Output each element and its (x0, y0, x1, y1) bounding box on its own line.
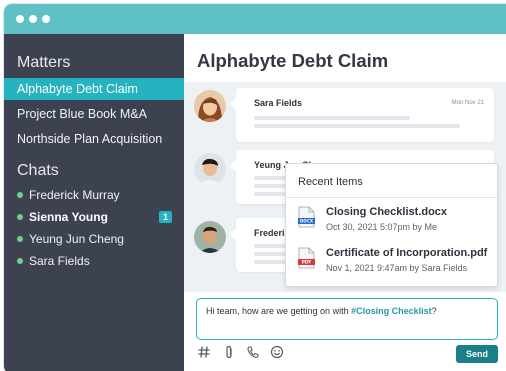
composer-text-prefix: Hi team, how are we getting on with (206, 306, 352, 316)
page-title: Alphabyte Debt Claim (197, 50, 389, 71)
recent-items-title: Recent Items (298, 176, 363, 188)
window-minimize-dot[interactable] (29, 15, 37, 23)
online-status-icon (17, 258, 23, 264)
file-meta: Nov 1, 2021 9:47am by Sara Fields (326, 263, 468, 273)
message-card[interactable]: Sara Fields Mon Nov 21 (230, 88, 494, 142)
matter-item-blue-book[interactable]: Project Blue Book M&A (4, 103, 184, 125)
file-type-label: PDF (302, 260, 312, 266)
unread-badge: 1 (159, 211, 172, 223)
app-window: Matters Alphabyte Debt Claim Project Blu… (4, 4, 506, 371)
message-composer[interactable]: Hi team, how are we getting on with #Clo… (196, 298, 498, 340)
divider (286, 197, 497, 198)
docx-file-icon: DOCX (298, 206, 315, 228)
message-author: Frederi (254, 228, 285, 238)
phone-icon[interactable] (246, 345, 260, 359)
recent-items-popup: Recent Items DOCX Closing Checklist.docx… (285, 163, 498, 287)
message-text-placeholder (254, 116, 410, 120)
avatar-sara-fields[interactable] (194, 90, 226, 122)
online-status-icon (17, 236, 23, 242)
chat-item-label: Frederick Murray (29, 188, 120, 202)
message-date: Mon Nov 21 (451, 100, 484, 106)
file-type-label: DOCX (300, 219, 314, 224)
composer-tag-mention[interactable]: #Closing Checklist (351, 306, 432, 316)
file-meta: Oct 30, 2021 5:07pm by Me (326, 222, 438, 232)
main-panel: Alphabyte Debt Claim Sara Fields Mon Nov… (184, 34, 506, 371)
composer-text: Hi team, how are we getting on with #Clo… (206, 306, 437, 316)
pdf-file-icon: PDF (298, 247, 315, 269)
message-text-placeholder (254, 124, 460, 128)
avatar-yeung-jun-cheng[interactable] (194, 153, 226, 185)
matter-item-alphabyte[interactable]: Alphabyte Debt Claim (4, 78, 184, 100)
chat-item-label: Yeung Jun Cheng (29, 232, 124, 246)
chat-item-sienna-young[interactable]: Sienna Young (17, 208, 108, 226)
paperclip-icon[interactable] (222, 345, 236, 359)
message-author: Sara Fields (254, 98, 303, 108)
chat-item-sara-fields[interactable]: Sara Fields (17, 252, 90, 270)
chat-item-label: Sienna Young (29, 210, 108, 224)
hash-icon[interactable] (197, 345, 211, 359)
emoji-icon[interactable] (270, 345, 284, 359)
send-button[interactable]: Send (456, 345, 498, 363)
matters-heading: Matters (17, 54, 71, 71)
avatar-frederick-murray[interactable] (194, 221, 226, 253)
window-close-dot[interactable] (16, 15, 24, 23)
chat-item-yeung-jun-cheng[interactable]: Yeung Jun Cheng (17, 230, 124, 248)
online-status-icon (17, 214, 23, 220)
chat-item-label: Sara Fields (29, 254, 90, 268)
window-maximize-dot[interactable] (42, 15, 50, 23)
matter-item-northside[interactable]: Northside Plan Acquisition (4, 128, 184, 150)
sidebar: Matters Alphabyte Debt Claim Project Blu… (4, 34, 184, 371)
file-name: Certificate of Incorporation.pdf (326, 247, 488, 259)
file-name: Closing Checklist.docx (326, 206, 448, 218)
chat-item-frederick-murray[interactable]: Frederick Murray (17, 186, 120, 204)
chats-heading: Chats (17, 162, 59, 179)
online-status-icon (17, 192, 23, 198)
composer-text-suffix: ? (431, 306, 437, 316)
title-bar (4, 4, 506, 34)
